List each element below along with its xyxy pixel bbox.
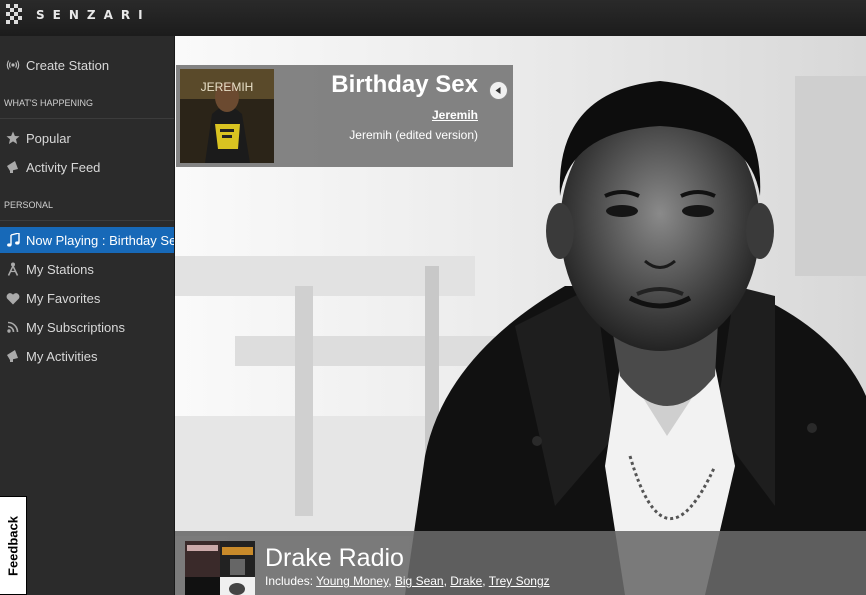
create-station-link[interactable]: Create Station [0, 52, 174, 78]
heart-icon [6, 291, 20, 305]
album-art-text: JEREMIH [201, 80, 254, 94]
station-art-collage[interactable] [185, 541, 255, 595]
top-bar: SENZARI [0, 0, 866, 36]
sidebar-item-my-subscriptions[interactable]: My Subscriptions [0, 314, 174, 340]
create-station-label: Create Station [26, 57, 110, 73]
album-name: Jeremih (edited version) [349, 128, 478, 142]
sidebar-item-label: My Subscriptions [26, 319, 125, 335]
divider [0, 118, 174, 119]
artist-link-trey-songz[interactable]: Trey Songz [489, 574, 550, 588]
sidebar-item-label: Activity Feed [26, 159, 101, 175]
sidebar-item-label: My Activities [26, 348, 98, 364]
collapse-button[interactable] [489, 81, 508, 100]
brand-name: SENZARI [36, 8, 151, 22]
artist-link-drake[interactable]: Drake [450, 574, 482, 588]
music-note-icon [6, 233, 20, 247]
antenna-icon [6, 262, 20, 276]
rss-icon [6, 320, 20, 334]
logo-icon [6, 4, 22, 24]
track-title: Birthday Sex [331, 71, 478, 98]
artist-link[interactable]: Jeremih [432, 108, 478, 122]
sidebar-item-my-favorites[interactable]: My Favorites [0, 285, 174, 311]
megaphone-icon [6, 160, 20, 174]
now-playing-card: JEREMIH Birthday Sex Jeremih Jeremih (ed… [176, 65, 513, 167]
section-personal: PERSONAL [4, 200, 54, 210]
artist-link-young-money[interactable]: Young Money [316, 574, 388, 588]
station-bar: Drake Radio Includes: Young Money, Big S… [175, 531, 866, 595]
sidebar-item-label: My Favorites [26, 290, 101, 306]
divider [0, 220, 174, 221]
sidebar-item-label: My Stations [26, 261, 94, 277]
album-art[interactable]: JEREMIH [180, 69, 274, 163]
includes-label: Includes: [265, 574, 314, 588]
section-whats-happening: WHAT'S HAPPENING [4, 98, 94, 108]
sidebar-item-my-stations[interactable]: My Stations [0, 256, 174, 282]
station-includes: Includes: Young Money, Big Sean, Drake, … [265, 574, 550, 588]
sidebar-item-my-activities[interactable]: My Activities [0, 343, 174, 369]
sidebar-item-popular[interactable]: Popular [0, 125, 174, 151]
feedback-label: Feedback [5, 515, 21, 576]
artist-link-big-sean[interactable]: Big Sean [395, 574, 444, 588]
sidebar-item-label: Popular [26, 130, 71, 146]
star-icon [6, 131, 20, 145]
logo[interactable]: SENZARI [6, 3, 151, 27]
sidebar-item-activity-feed[interactable]: Activity Feed [0, 154, 174, 180]
sidebar-item-now-playing[interactable]: Now Playing : Birthday Sex [0, 227, 174, 253]
megaphone-icon [6, 349, 20, 363]
station-name[interactable]: Drake Radio [265, 544, 404, 573]
feedback-tab[interactable]: Feedback [0, 496, 27, 595]
broadcast-icon [6, 58, 20, 72]
sidebar-item-label: Now Playing : Birthday Sex [26, 232, 174, 248]
triangle-left-icon [495, 87, 501, 94]
